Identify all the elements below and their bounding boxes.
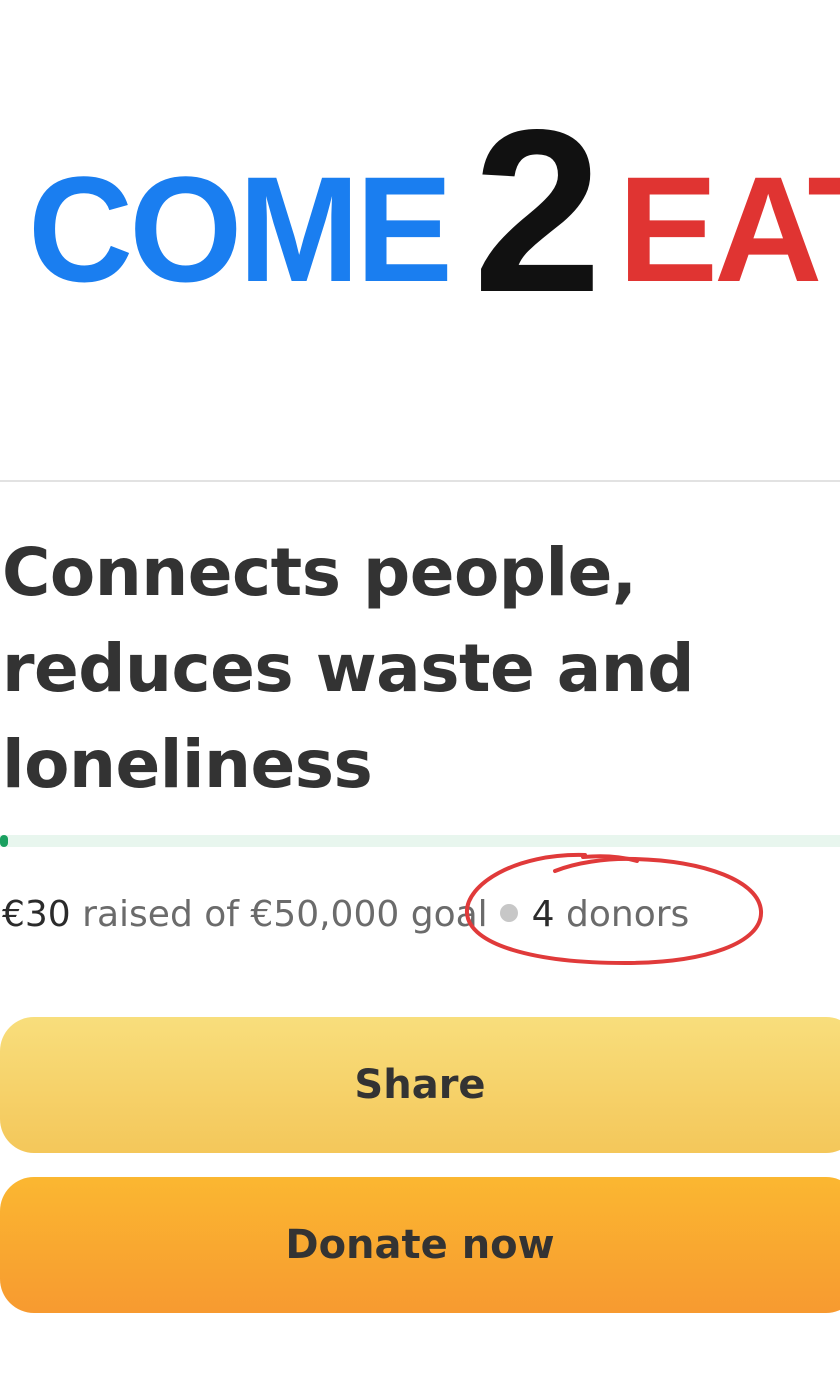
logo-text-2: 2 [473, 82, 602, 341]
logo-text-eat: EAT [618, 145, 840, 313]
donors-label: donors [566, 894, 690, 935]
progress-bar [0, 835, 840, 847]
progress-bar-fill [0, 835, 8, 847]
raised-label: raised of [82, 894, 239, 935]
goal-amount: €50,000 [250, 894, 400, 935]
campaign-title: Connects people, reduces waste and lonel… [2, 534, 695, 803]
share-button[interactable]: Share [0, 1017, 840, 1153]
donate-now-button[interactable]: Donate now [0, 1177, 840, 1313]
goal-label: goal [410, 894, 488, 935]
donate-button-label: Donate now [285, 1222, 555, 1268]
donation-stats: €30 raised of €50,000 goal 4 donors [2, 890, 689, 940]
logo-text-come: COME [28, 145, 453, 313]
raised-amount: €30 [2, 894, 71, 935]
section-divider [0, 480, 840, 482]
donors-count: 4 [531, 894, 555, 935]
campaign-hero-image: COME 2 EAT [0, 0, 840, 480]
share-button-label: Share [354, 1062, 486, 1108]
separator-dot [499, 904, 518, 922]
